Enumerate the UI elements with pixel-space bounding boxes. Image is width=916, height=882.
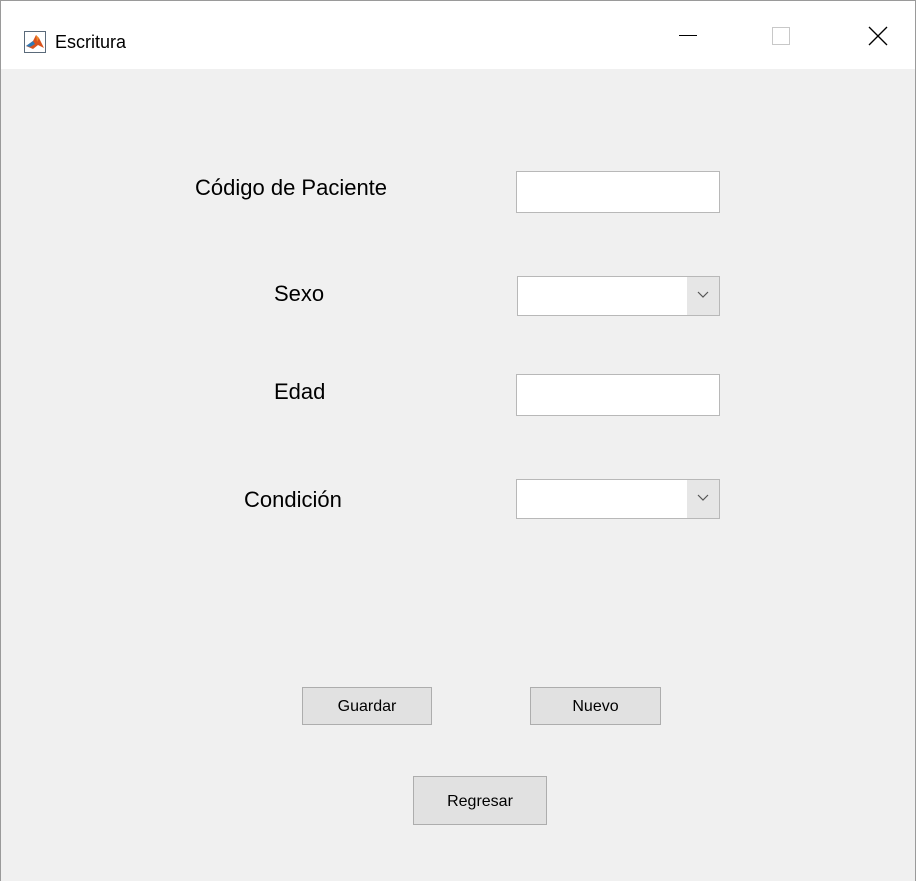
chevron-down-icon	[697, 291, 709, 298]
title-bar[interactable]: Escritura	[1, 1, 915, 69]
matlab-icon	[24, 31, 46, 53]
maximize-button[interactable]	[760, 21, 806, 61]
codigo-paciente-input[interactable]	[516, 171, 720, 213]
edad-input[interactable]	[516, 374, 720, 416]
guardar-button[interactable]: Guardar	[302, 687, 432, 725]
window-title: Escritura	[55, 32, 127, 52]
sexo-label: Sexo	[274, 281, 325, 306]
edad-label: Edad	[274, 379, 326, 404]
maximize-icon	[772, 27, 790, 45]
app-window: Escritura Código de Paciente Sexo Edad C…	[0, 0, 916, 881]
close-button[interactable]	[857, 21, 903, 61]
condicion-label: Condición	[244, 487, 342, 512]
condicion-dropdown-toggle[interactable]	[687, 480, 719, 518]
codigo-paciente-label: Código de Paciente	[195, 175, 388, 200]
condicion-dropdown[interactable]	[516, 479, 720, 519]
regresar-button[interactable]: Regresar	[413, 776, 547, 825]
close-icon	[868, 26, 888, 46]
nuevo-button[interactable]: Nuevo	[530, 687, 661, 725]
sexo-dropdown[interactable]	[517, 276, 720, 316]
form-panel: Código de Paciente Sexo Edad Condición G…	[1, 69, 915, 881]
minimize-icon	[679, 35, 697, 36]
chevron-down-icon	[697, 494, 709, 501]
minimize-button[interactable]	[667, 21, 713, 61]
sexo-dropdown-toggle[interactable]	[687, 277, 719, 315]
